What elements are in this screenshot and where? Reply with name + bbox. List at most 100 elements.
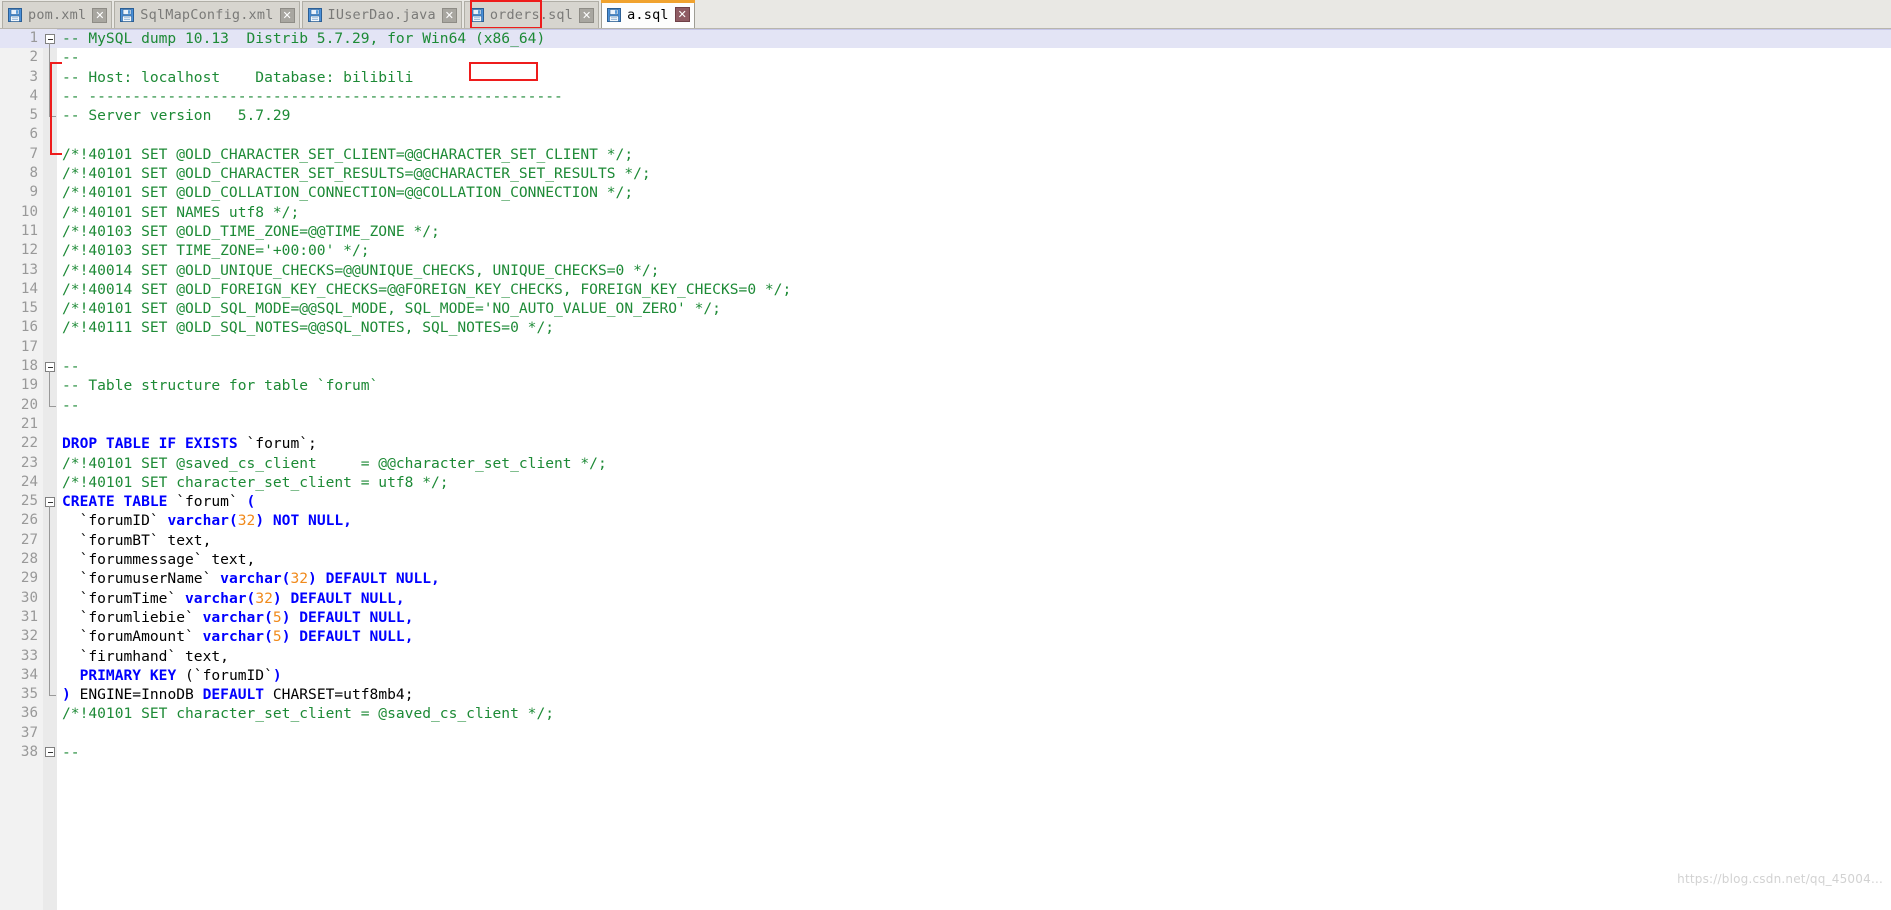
code-line[interactable]: 21	[0, 415, 1891, 434]
code-line[interactable]: 13 /*!40014 SET @OLD_UNIQUE_CHECKS=@@UNIQ…	[0, 261, 1891, 280]
code-line[interactable]: 10 /*!40101 SET NAMES utf8 */;	[0, 203, 1891, 222]
code-line[interactable]: 37	[0, 724, 1891, 743]
code-token-cmt: /*!40101 SET @saved_cs_client = @@charac…	[62, 454, 607, 472]
code-token-cmt: --	[62, 49, 80, 67]
fold-collapse-icon[interactable]	[45, 496, 55, 507]
close-icon[interactable]: ✕	[441, 7, 457, 23]
code-token-kw: PRIMARY KEY	[79, 666, 177, 684]
code-line[interactable]: 7 /*!40101 SET @OLD_CHARACTER_SET_CLIENT=…	[0, 145, 1891, 164]
code-line-text: DROP TABLE IF EXISTS `forum`;	[62, 434, 317, 453]
line-number: 9	[29, 184, 38, 201]
code-line[interactable]: 15 /*!40101 SET @OLD_SQL_MODE=@@SQL_MODE,…	[0, 299, 1891, 318]
code-token-cmt: /*!40101 SET @OLD_SQL_MODE=@@SQL_MODE, S…	[62, 300, 721, 318]
code-line[interactable]: 4 -- ------------------------------------…	[0, 87, 1891, 106]
code-token-cmt: -- Host: localhost Database: bilibili	[62, 68, 414, 86]
close-icon[interactable]: ✕	[279, 7, 295, 23]
code-line[interactable]: 11 /*!40103 SET @OLD_TIME_ZONE=@@TIME_ZON…	[0, 222, 1891, 241]
code-token-cmt: -- Table structure for table `forum`	[62, 377, 379, 395]
line-number: 15	[20, 300, 38, 317]
code-line-text: /*!40111 SET @OLD_SQL_NOTES=@@SQL_NOTES,…	[62, 318, 554, 337]
code-token-cmt: /*!40014 SET @OLD_FOREIGN_KEY_CHECKS=@@F…	[62, 280, 792, 298]
close-icon[interactable]: ✕	[579, 7, 595, 23]
code-line[interactable]: 30 `forumTime` varchar(32) DEFAULT NULL,	[0, 589, 1891, 608]
code-token-kw: varchar(	[202, 628, 273, 646]
code-token-id: `forumAmount`	[62, 628, 203, 646]
close-icon[interactable]: ✕	[674, 7, 690, 22]
code-line[interactable]: 38 --	[0, 743, 1891, 762]
line-number: 32	[20, 628, 38, 645]
code-line[interactable]: 20 --	[0, 396, 1891, 415]
code-token-kw: varchar(	[185, 589, 256, 607]
code-line[interactable]: 27 `forumBT` text,	[0, 531, 1891, 550]
line-number: 6	[29, 126, 38, 143]
code-token-id: `forumuserName`	[62, 570, 221, 588]
line-number: 5	[29, 107, 38, 124]
code-token-id: `forumTime`	[62, 589, 186, 607]
code-line[interactable]: 24 /*!40101 SET character_set_client = ut…	[0, 473, 1891, 492]
code-line[interactable]: 12 /*!40103 SET TIME_ZONE='+00:00' */;	[0, 241, 1891, 260]
code-line[interactable]: 31 `forumliebie` varchar(5) DEFAULT NULL…	[0, 608, 1891, 627]
fold-collapse-icon[interactable]	[45, 747, 55, 758]
code-line[interactable]: 9 /*!40101 SET @OLD_COLLATION_CONNECTION=…	[0, 183, 1891, 202]
line-number: 8	[29, 165, 38, 182]
code-line[interactable]: 6	[0, 125, 1891, 144]
code-token-kw: DROP TABLE IF EXISTS	[62, 435, 238, 453]
code-line[interactable]: 28 `forummessage` text,	[0, 550, 1891, 569]
code-line[interactable]: 25 CREATE TABLE `forum` (	[0, 492, 1891, 511]
code-line[interactable]: 8 /*!40101 SET @OLD_CHARACTER_SET_RESULTS…	[0, 164, 1891, 183]
line-number: 14	[20, 280, 38, 297]
code-token-kw: ) NOT NULL,	[255, 512, 352, 530]
code-line[interactable]: 35) ENGINE=InnoDB DEFAULT CHARSET=utf8mb…	[0, 685, 1891, 704]
code-line[interactable]: 34 PRIMARY KEY (`forumID`)	[0, 666, 1891, 685]
code-line-text: `forumuserName` varchar(32) DEFAULT NULL…	[62, 569, 440, 588]
code-line[interactable]: 36 /*!40101 SET character_set_client = @s…	[0, 704, 1891, 723]
code-editor[interactable]: 1 -- MySQL dump 10.13 Distrib 5.7.29, for…	[0, 29, 1891, 910]
fold-guide-end	[49, 116, 56, 118]
code-token-cmt: /*!40103 SET @OLD_TIME_ZONE=@@TIME_ZONE …	[62, 222, 440, 240]
code-line[interactable]: 16 /*!40111 SET @OLD_SQL_NOTES=@@SQL_NOTE…	[0, 318, 1891, 337]
code-token-id: `forummessage` text,	[62, 551, 256, 569]
code-line-text: --	[62, 357, 80, 376]
code-line[interactable]: 14 /*!40014 SET @OLD_FOREIGN_KEY_CHECKS=@…	[0, 280, 1891, 299]
code-token-cmt: /*!40103 SET TIME_ZONE='+00:00' */;	[62, 242, 370, 260]
editor-tab-iuserdao-java[interactable]: IUserDao.java ✕	[301, 1, 462, 28]
code-token-num: 5	[272, 608, 282, 626]
fold-collapse-icon[interactable]	[45, 33, 55, 44]
code-line[interactable]: 1 -- MySQL dump 10.13 Distrib 5.7.29, for…	[0, 29, 1891, 49]
code-line[interactable]: 32 `forumAmount` varchar(5) DEFAULT NULL…	[0, 627, 1891, 646]
code-token-cmt: /*!40101 SET NAMES utf8 */;	[62, 203, 300, 221]
code-line[interactable]: 33 `firumhand` text,	[0, 647, 1891, 666]
line-number: 37	[20, 724, 38, 741]
editor-tab-label: a.sql	[627, 6, 669, 23]
line-number: 28	[20, 551, 38, 568]
code-line[interactable]: 23 /*!40101 SET @saved_cs_client = @@char…	[0, 454, 1891, 473]
code-line[interactable]: 22 DROP TABLE IF EXISTS `forum`;	[0, 434, 1891, 453]
code-line[interactable]: 17	[0, 338, 1891, 357]
code-line[interactable]: 26 `forumID` varchar(32) NOT NULL,	[0, 511, 1891, 530]
editor-tab-pom-xml[interactable]: pom.xml ✕	[2, 1, 113, 28]
line-number: 4	[29, 87, 38, 104]
code-line[interactable]: 29 `forumuserName` varchar(32) DEFAULT N…	[0, 569, 1891, 588]
code-token-kw: ) DEFAULT NULL,	[308, 570, 440, 588]
code-line-text: -- Server version 5.7.29	[62, 106, 290, 125]
code-line[interactable]: 18 --	[0, 357, 1891, 376]
close-icon[interactable]: ✕	[92, 7, 108, 23]
code-line[interactable]: 2 --	[0, 48, 1891, 67]
editor-tab-orders-sql[interactable]: orders.sql ✕	[463, 1, 600, 28]
code-text-area[interactable]: 1 -- MySQL dump 10.13 Distrib 5.7.29, for…	[0, 29, 1891, 910]
code-line-text: `forumAmount` varchar(5) DEFAULT NULL,	[62, 627, 414, 646]
code-token-id	[62, 667, 80, 684]
fold-collapse-icon[interactable]	[45, 361, 55, 372]
code-line[interactable]: 5 -- Server version 5.7.29	[0, 106, 1891, 125]
code-line[interactable]: 19 -- Table structure for table `forum`	[0, 376, 1891, 395]
code-token-kw: CREATE TABLE	[62, 493, 168, 511]
line-number: 7	[29, 145, 38, 162]
code-token-cmt: /*!40101 SET @OLD_CHARACTER_SET_RESULTS=…	[62, 165, 651, 183]
line-number: 12	[20, 242, 38, 259]
code-line[interactable]: 3 -- Host: localhost Database: bilibili	[0, 68, 1891, 87]
editor-tab-sqlmapconfig-xml[interactable]: SqlMapConfig.xml ✕	[114, 1, 300, 28]
code-token-id: (`forumID`	[176, 666, 273, 684]
code-token-cmt: -- Server version 5.7.29	[62, 107, 291, 125]
code-token-cmt: --	[62, 358, 80, 376]
editor-tab-a-sql[interactable]: a.sql ✕	[601, 0, 695, 28]
